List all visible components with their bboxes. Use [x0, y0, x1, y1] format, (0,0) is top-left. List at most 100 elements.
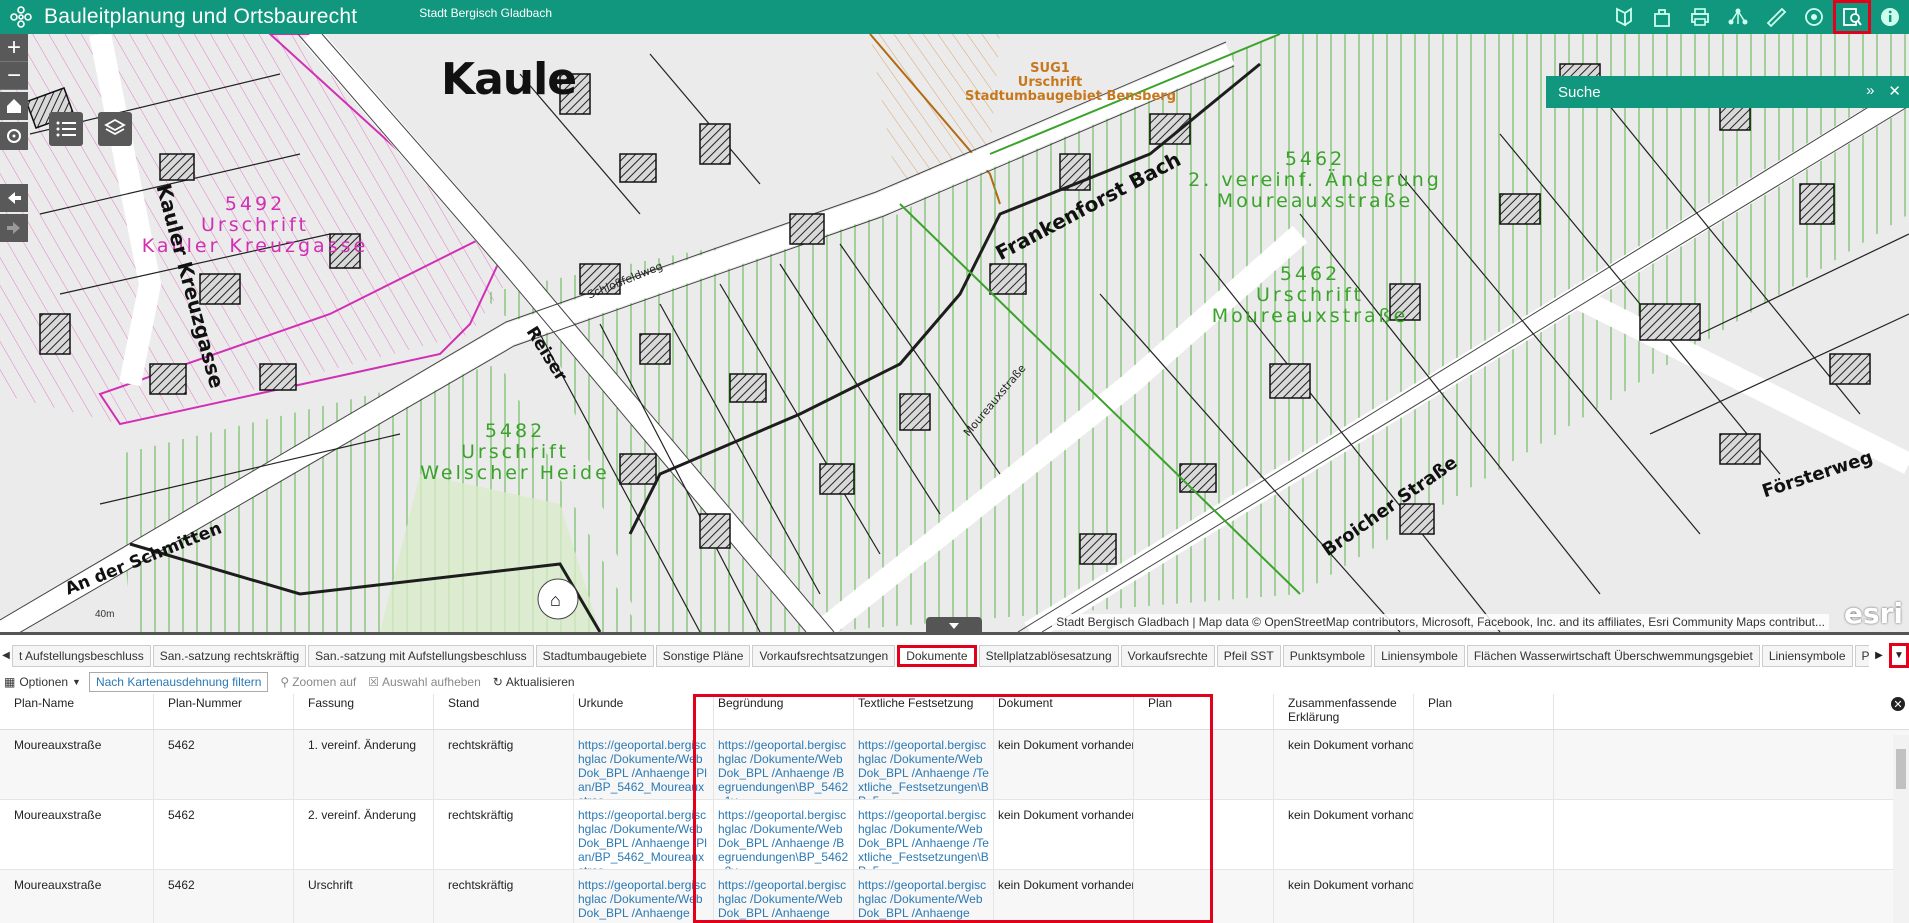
- cell-urkunde-link[interactable]: https://geoportal.bergischglac /Dokument…: [574, 730, 714, 799]
- grid-icon: ▦: [4, 675, 16, 689]
- map-view[interactable]: ⌂ Kaule SUG1 Urschrift Stadtumbaugebiet …: [0, 34, 1909, 632]
- column-header[interactable]: Dokument: [994, 694, 1134, 729]
- back-button[interactable]: [0, 184, 28, 212]
- tab-8[interactable]: Vorkaufsrechte: [1120, 644, 1215, 667]
- cell-urkunde-link[interactable]: https://geoportal.bergischglac /Dokument…: [574, 870, 714, 923]
- cell-plan-number: 5462: [154, 870, 294, 923]
- tab-12[interactable]: Flächen Wasserwirtschaft Überschwemmungs…: [1466, 644, 1760, 667]
- table-header: Plan-Name Plan-Nummer Fassung Stand Urku…: [0, 694, 1909, 730]
- app-title: Bauleitplanung und Ortsbaurecht: [44, 5, 358, 28]
- table-row[interactable]: Moureauxstraße 5462 2. vereinf. Änderung…: [0, 800, 1909, 870]
- map-attribution: Stadt Bergisch Gladbach | Map data © Ope…: [1052, 614, 1829, 630]
- attribute-table-toggle[interactable]: [926, 617, 982, 635]
- column-chooser-icon[interactable]: ✕: [1891, 697, 1905, 711]
- cell-plan-number: 5462: [154, 800, 294, 869]
- tab-dokumente[interactable]: Dokumente: [897, 644, 977, 667]
- plan-5462b-number: 5462: [1279, 263, 1341, 285]
- map-label-plan-5462b: 5462 Urschrift Moureauxstraße: [1150, 264, 1470, 327]
- plan-5462a-status: 2. vereinf. Änderung: [1188, 169, 1442, 191]
- collapse-icon[interactable]: »: [1866, 82, 1874, 100]
- clear-selection-button[interactable]: ☒ Auswahl aufheben: [368, 675, 481, 689]
- basemap-icon[interactable]: [1643, 0, 1681, 34]
- column-header[interactable]: Plan-Nummer: [154, 694, 294, 729]
- cell-stand: rechtskräftig: [434, 800, 574, 869]
- scrollbar-thumb[interactable]: [1896, 749, 1906, 789]
- measure-icon[interactable]: [1757, 0, 1795, 34]
- column-header[interactable]: Stand: [434, 694, 574, 729]
- tab-3[interactable]: Stadtumbaugebiete: [535, 644, 654, 667]
- home-button[interactable]: [0, 92, 28, 120]
- cell-begruendung-link[interactable]: https://geoportal.bergischglac /Dokument…: [714, 800, 854, 869]
- sug-name: Stadtumbaugebiet Bensberg: [965, 89, 1177, 104]
- cell-plan-number: 5462: [154, 730, 294, 799]
- search-doc-icon[interactable]: [1833, 0, 1871, 34]
- info-icon[interactable]: [1871, 0, 1909, 34]
- tab-4[interactable]: Sonstige Pläne: [655, 644, 751, 667]
- tab-0[interactable]: t Aufstellungsbeschluss: [12, 644, 151, 667]
- close-icon[interactable]: ✕: [1888, 82, 1901, 100]
- table-row[interactable]: Moureauxstraße 5462 1. vereinf. Änderung…: [0, 730, 1909, 800]
- esri-logo: esri: [1843, 597, 1903, 630]
- column-header[interactable]: Begründung: [714, 694, 854, 729]
- tabs-scroll-right[interactable]: ▶: [1869, 643, 1889, 668]
- column-header[interactable]: Urkunde: [574, 694, 714, 729]
- tab-13[interactable]: Liniensymbole: [1761, 644, 1853, 667]
- cell-plan: [1134, 800, 1274, 869]
- tab-11[interactable]: Liniensymbole: [1374, 644, 1465, 667]
- cell-festsetzung-link[interactable]: https://geoportal.bergischglac /Dokument…: [854, 730, 994, 799]
- tab-10[interactable]: Punktsymbole: [1282, 644, 1373, 667]
- forward-button[interactable]: [0, 214, 28, 242]
- table-row[interactable]: Moureauxstraße 5462 Urschrift rechtskräf…: [0, 870, 1909, 923]
- table-vertical-scrollbar[interactable]: [1893, 735, 1909, 923]
- print-icon[interactable]: [1681, 0, 1719, 34]
- layer-list-button[interactable]: [98, 112, 132, 146]
- refresh-label: Aktualisieren: [505, 675, 575, 689]
- plan-5462b-status: Urschrift: [1255, 284, 1364, 306]
- filter-extent-button[interactable]: Nach Kartenausdehnung filtern: [88, 672, 269, 692]
- cell-begruendung-link[interactable]: https://geoportal.bergischglac /Dokument…: [714, 870, 854, 923]
- options-label: Optionen: [19, 675, 69, 689]
- zoom-to-button[interactable]: ⚲ Zoomen auf: [280, 675, 356, 689]
- tab-1[interactable]: San.-satzung rechtskräftig: [152, 644, 307, 667]
- search-panel-header: Suche » ✕: [1546, 76, 1909, 108]
- tab-2[interactable]: San.-satzung mit Aufstellungsbeschluss: [308, 644, 534, 667]
- refresh-button[interactable]: ↻ Aktualisieren: [493, 675, 575, 689]
- clear-icon: ☒: [368, 675, 380, 689]
- tabs-dropdown-button[interactable]: ▼: [1889, 643, 1909, 668]
- column-header[interactable]: Zusammenfassende Erklärung: [1274, 694, 1414, 729]
- arrow-left-icon: [8, 192, 21, 204]
- share-icon[interactable]: [1719, 0, 1757, 34]
- svg-text:⌂: ⌂: [550, 590, 561, 610]
- zoom-in-button[interactable]: +: [0, 34, 28, 62]
- locate-button[interactable]: [0, 122, 28, 150]
- tab-5[interactable]: Vorkaufsrechtsatzungen: [752, 644, 896, 667]
- cell-plan2: [1414, 870, 1554, 923]
- options-menu[interactable]: ▦ Optionen ▼: [4, 675, 81, 689]
- clear-selection-label: Auswahl aufheben: [382, 675, 481, 689]
- app-header: Bauleitplanung und Ortsbaurecht Stadt Be…: [0, 0, 1909, 34]
- map-label-sug: SUG1 Urschrift Stadtumbaugebiet Bensberg: [965, 62, 1177, 104]
- column-header[interactable]: Plan: [1134, 694, 1274, 729]
- cell-urkunde-link[interactable]: https://geoportal.bergischglac /Dokument…: [574, 800, 714, 869]
- column-header[interactable]: Fassung: [294, 694, 434, 729]
- column-header[interactable]: Plan: [1414, 694, 1554, 729]
- tabs-scroll-left[interactable]: ◀: [0, 643, 12, 668]
- cell-dokument: kein Dokument vorhanden: [994, 870, 1134, 923]
- layers-icon[interactable]: [1795, 0, 1833, 34]
- cell-stand: rechtskräftig: [434, 730, 574, 799]
- attribute-tabs: ◀ t Aufstellungsbeschluss San.-satzung r…: [0, 643, 1909, 668]
- cell-plan-name: Moureauxstraße: [0, 800, 154, 869]
- tab-9[interactable]: Pfeil SST: [1216, 644, 1281, 667]
- cell-begruendung-link[interactable]: https://geoportal.bergischglac /Dokument…: [714, 730, 854, 799]
- cell-festsetzung-link[interactable]: https://geoportal.bergischglac /Dokument…: [854, 800, 994, 869]
- legend-list-button[interactable]: [49, 112, 83, 146]
- cell-festsetzung-link[interactable]: https://geoportal.bergischglac /Dokument…: [854, 870, 994, 923]
- list-icon: [56, 121, 76, 137]
- scale-bar: 40m: [95, 609, 115, 620]
- column-header[interactable]: Plan-Name: [0, 694, 154, 729]
- city-logo-icon: [6, 2, 36, 32]
- zoom-out-button[interactable]: −: [0, 62, 28, 90]
- column-header[interactable]: Textliche Festsetzung: [854, 694, 994, 729]
- legend-icon[interactable]: [1605, 0, 1643, 34]
- tab-7[interactable]: Stellplatzablösesatzung: [978, 644, 1119, 667]
